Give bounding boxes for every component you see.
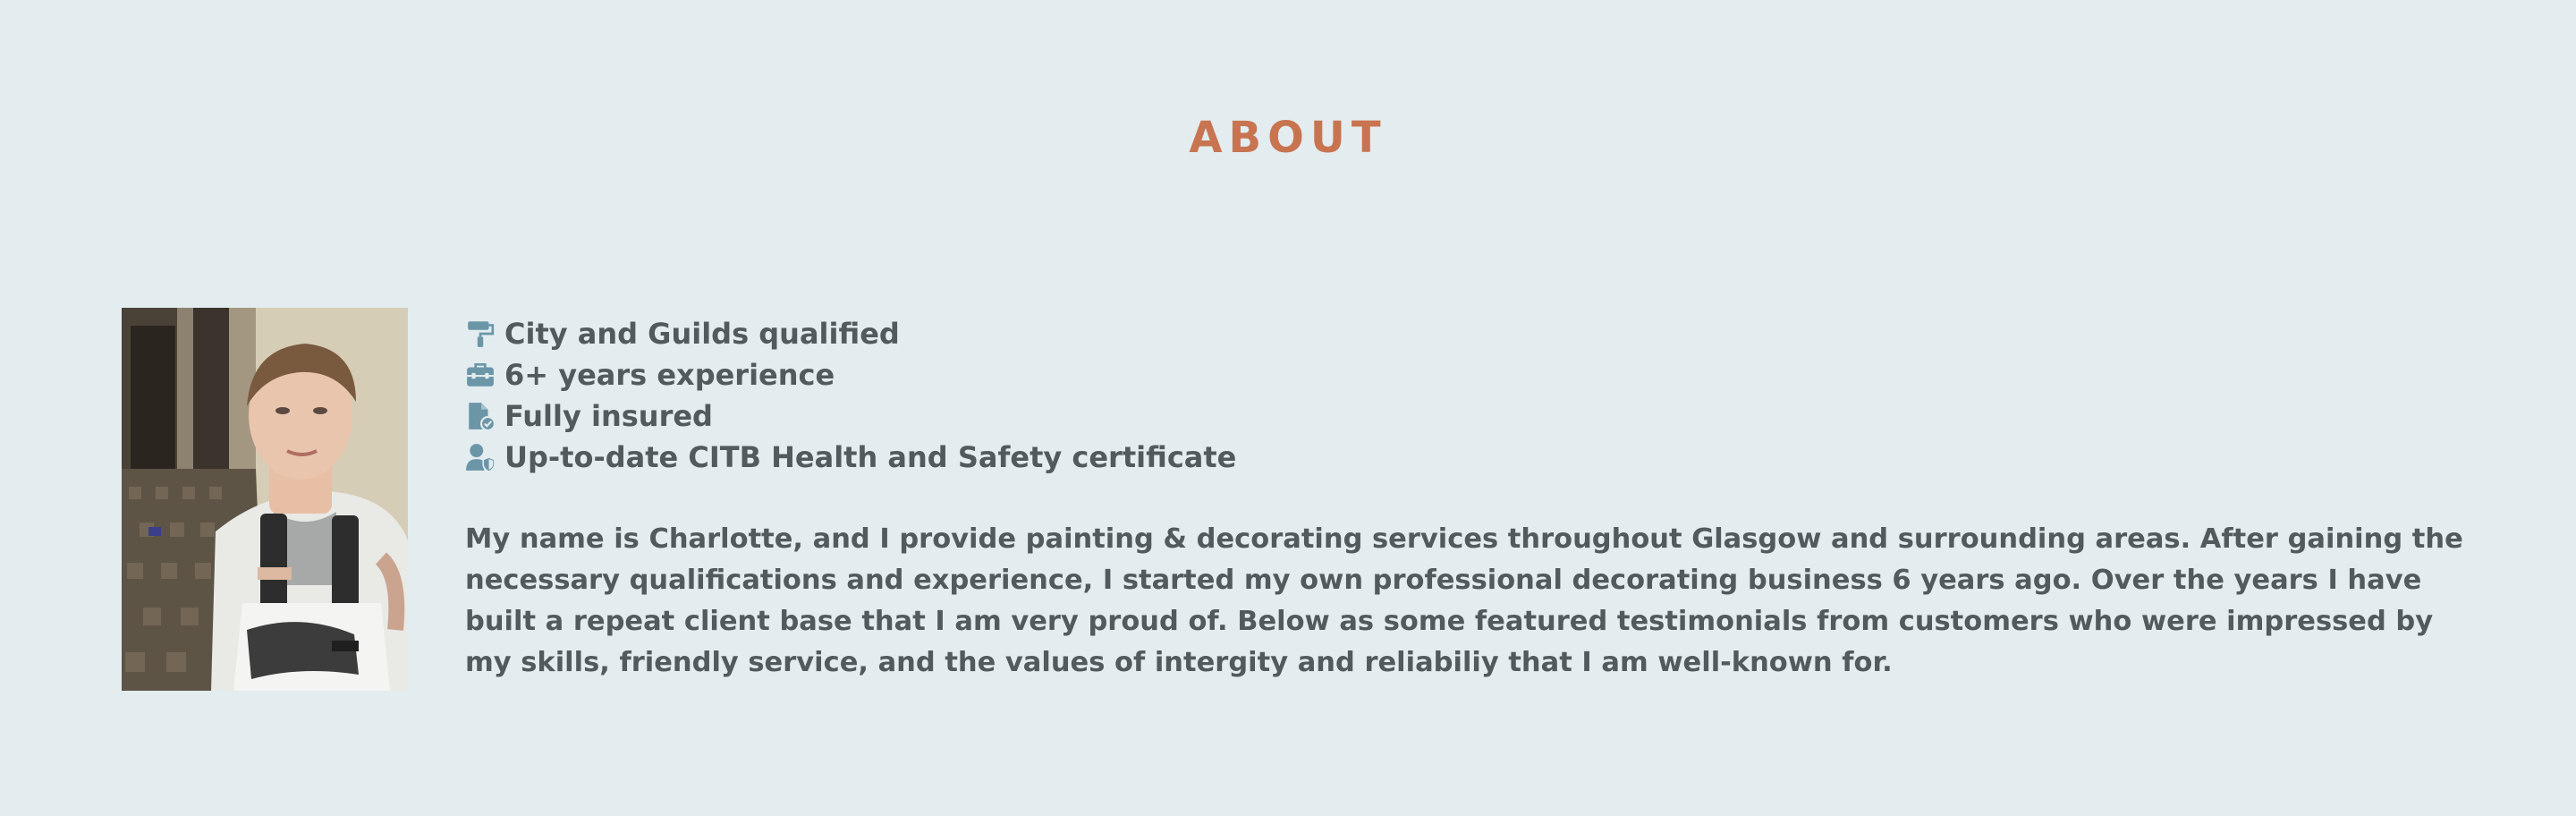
paint-roller-icon [465,319,496,349]
list-item: 6+ years experience [465,354,1236,395]
insured-document-icon [465,401,496,431]
toolbox-icon [465,360,496,390]
list-item: Up-to-date CITB Health and Safety certif… [465,437,1236,478]
qualifications-list: City and Guilds qualified 6+ years exper… [465,313,1236,478]
feature-label: 6+ years experience [504,358,835,392]
bio-paragraph: My name is Charlotte, and I provide pain… [465,523,2463,678]
list-item: City and Guilds qualified [465,313,1236,354]
section-title: ABOUT [1189,113,1387,163]
profile-photo [122,308,408,691]
feature-label: City and Guilds qualified [504,317,900,351]
feature-label: Fully insured [504,399,713,433]
list-item: Fully insured [465,395,1236,437]
feature-label: Up-to-date CITB Health and Safety certif… [504,440,1237,474]
user-shield-icon [465,442,496,472]
